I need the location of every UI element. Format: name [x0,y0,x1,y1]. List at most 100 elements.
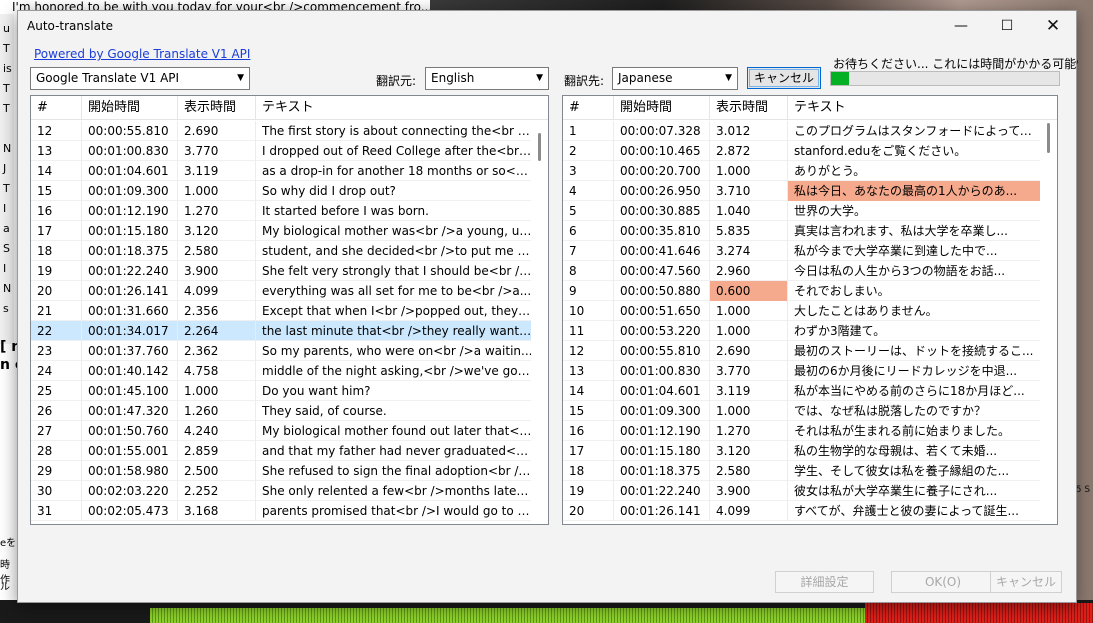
table-row[interactable]: 21 00:01:31.660 2.356 Except that when I<br… [31,301,548,321]
table-row[interactable]: 15 00:01:09.300 1.000 So why did I drop out… [31,181,548,201]
table-row[interactable]: 25 00:01:45.100 1.000 Do you want him? [31,381,548,401]
column-header-duration[interactable]: 表示時間 [177,96,255,120]
table-row[interactable]: 16 00:01:12.190 1.270 それは私が生まれる前に始まりました。 [563,421,1057,441]
table-row[interactable]: 7 00:00:41.646 3.274 私が今まで大学卒業に到達した中で... [563,241,1057,261]
row-number: 9 [569,284,577,298]
target-subtitle-grid[interactable]: # 開始時間 表示時間 テキスト 1 00:00:07.328 3.012 このプログ… [562,95,1058,525]
row-text: 今日は私の人生から3つの物語をお話... [787,261,1042,281]
close-button[interactable]: ✕ [1030,11,1076,41]
table-row[interactable]: 14 00:01:04.601 3.119 as a drop-in for anot… [31,161,548,181]
table-row[interactable]: 27 00:01:50.760 4.240 My biological mother … [31,421,548,441]
row-text: ありがとう。 [787,161,1042,181]
table-row[interactable]: 13 00:01:00.830 3.770 最初の6か月後にリードカレッジを中退... [563,361,1057,381]
row-text: and that my father had never graduated<b… [255,441,533,461]
row-start-time: 00:01:37.760 [81,341,177,361]
row-start-time: 00:01:00.830 [613,361,709,381]
row-start-time: 00:00:55.810 [613,341,709,361]
scrollbar[interactable] [1040,121,1057,524]
column-header-number[interactable]: # [563,96,613,120]
table-row[interactable]: 17 00:01:15.180 3.120 私の生物学的な母親は、若くて未婚... [563,441,1057,461]
table-row[interactable]: 1 00:00:07.328 3.012 このプログラムはスタンフォードによっても..… [563,121,1057,141]
column-header-duration[interactable]: 表示時間 [709,96,787,120]
table-row[interactable]: 5 00:00:30.885 1.040 世界の大学。 [563,201,1057,221]
background-side-letter: T [3,42,10,55]
scrollbar[interactable] [531,121,548,524]
source-subtitle-grid[interactable]: # 開始時間 表示時間 テキスト 12 00:00:55.810 2.690 The … [30,95,549,525]
table-row[interactable]: 29 00:01:58.980 2.500 She refused to sign t… [31,461,548,481]
row-text: I dropped out of Reed College after the<… [255,141,533,161]
table-row[interactable]: 15 00:01:09.300 1.000 では、なぜ私は脱落したのですか？ [563,401,1057,421]
table-row[interactable]: 19 00:01:22.240 3.900 彼女は私が大学卒業生に養子にされ... [563,481,1057,501]
table-row[interactable]: 30 00:02:03.220 2.252 She only relented a f… [31,481,548,501]
row-duration: 2.690 [177,121,255,141]
column-header-text[interactable]: テキスト [255,96,548,120]
maximize-icon: ☐ [1000,18,1014,34]
row-start-time: 00:00:50.880 [613,281,709,301]
table-row[interactable]: 6 00:00:35.810 5.835 真実は言われます、私は大学を卒業し... [563,221,1057,241]
table-row[interactable]: 18 00:01:18.375 2.580 student, and she deci… [31,241,548,261]
source-language-value: English [431,71,475,85]
row-number: 3 [569,164,577,178]
table-row[interactable]: 10 00:00:51.650 1.000 大したことはありません。 [563,301,1057,321]
ok-button[interactable]: OK(O) [891,571,995,593]
table-row[interactable]: 12 00:00:55.810 2.690 最初のストーリーは、ドットを接続するこ..… [563,341,1057,361]
row-text: 大したことはありません。 [787,301,1042,321]
table-row[interactable]: 19 00:01:22.240 3.900 She felt very strongl… [31,261,548,281]
column-header-number[interactable]: # [31,96,81,120]
table-row[interactable]: 3 00:00:20.700 1.000 ありがとう。 [563,161,1057,181]
scrollbar-thumb[interactable] [538,133,541,161]
source-language-select[interactable]: English ▼ [425,67,549,90]
cancel-translation-button[interactable]: キャンセル [747,67,821,89]
table-row[interactable]: 26 00:01:47.320 1.260 They said, of course. [31,401,548,421]
table-row[interactable]: 20 00:01:26.141 4.099 everything was all se… [31,281,548,301]
dropdown-arrow-icon: ▼ [536,73,543,83]
row-number: 19 [569,484,585,498]
row-number: 30 [37,484,53,498]
target-language-select[interactable]: Japanese ▼ [612,67,738,90]
table-row[interactable]: 20 00:01:26.141 4.099 すべてが、弁護士と彼の妻によって誕生... [563,501,1057,521]
table-row[interactable]: 11 00:00:53.220 1.000 わずか3階建て。 [563,321,1057,341]
row-text: 彼女は私が大学卒業生に養子にされ... [787,481,1042,501]
table-row[interactable]: 16 00:01:12.190 1.270 It started before I w… [31,201,548,221]
table-row[interactable]: 12 00:00:55.810 2.690 The first story is ab… [31,121,548,141]
table-row[interactable]: 23 00:01:37.760 2.362 So my parents, who we… [31,341,548,361]
row-start-time: 00:00:30.885 [613,201,709,221]
table-row[interactable]: 22 00:01:34.017 2.264 the last minute that<… [31,321,548,341]
row-text: middle of the night asking,<br />we've g… [255,361,533,381]
table-row[interactable]: 24 00:01:40.142 4.758 middle of the night a… [31,361,548,381]
row-duration: 3.900 [709,481,787,501]
engine-select[interactable]: Google Translate V1 API ▼ [30,67,250,90]
row-duration: 2.264 [177,321,255,341]
column-header-start[interactable]: 開始時間 [613,96,709,120]
row-start-time: 00:01:22.240 [81,261,177,281]
column-header-start[interactable]: 開始時間 [81,96,177,120]
table-row[interactable]: 18 00:01:18.375 2.580 学生、そして彼女は私を養子縁組のた... [563,461,1057,481]
table-row[interactable]: 4 00:00:26.950 3.710 私は今日、あなたの最高の1人からのあ... [563,181,1057,201]
powered-by-link[interactable]: Powered by Google Translate V1 API [34,47,250,61]
row-duration: 2.356 [177,301,255,321]
advanced-settings-button[interactable]: 詳細設定 [775,571,874,593]
table-row[interactable]: 31 00:02:05.473 3.168 parents promised that… [31,501,548,521]
row-start-time: 00:01:55.001 [81,441,177,461]
cancel-button[interactable]: キャンセル [990,571,1062,593]
table-row[interactable]: 28 00:01:55.001 2.859 and that my father ha… [31,441,548,461]
row-text: My biological mother found out later tha… [255,421,533,441]
scrollbar-thumb[interactable] [1047,123,1050,153]
table-row[interactable]: 9 00:00:50.880 0.600 それでおしまい。 [563,281,1057,301]
column-header-text[interactable]: テキスト [787,96,1057,120]
table-row[interactable]: 2 00:00:10.465 2.872 stanford.eduをご覧ください。 [563,141,1057,161]
table-row[interactable]: 13 00:01:00.830 3.770 I dropped out of Reed… [31,141,548,161]
row-duration: 1.000 [709,321,787,341]
row-duration: 1.000 [709,301,787,321]
waveform-red [865,603,1093,623]
table-row[interactable]: 17 00:01:15.180 3.120 My biological mother … [31,221,548,241]
table-row[interactable]: 14 00:01:04.601 3.119 私が本当にやめる前のさらに18か月ほど..… [563,381,1057,401]
table-row[interactable]: 8 00:00:47.560 2.960 今日は私の人生から3つの物語をお話... [563,261,1057,281]
minimize-button[interactable]: — [938,11,984,41]
row-number: 1 [569,124,577,138]
row-number: 5 [569,204,577,218]
row-start-time: 00:00:10.465 [613,141,709,161]
maximize-button[interactable]: ☐ [984,11,1030,41]
grid-header: # 開始時間 表示時間 テキスト [31,96,548,120]
row-duration: 3.900 [177,261,255,281]
